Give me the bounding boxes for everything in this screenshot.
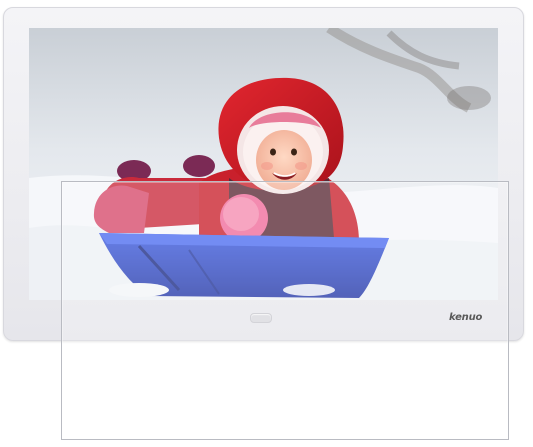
screen-protector-outline: [61, 181, 509, 440]
